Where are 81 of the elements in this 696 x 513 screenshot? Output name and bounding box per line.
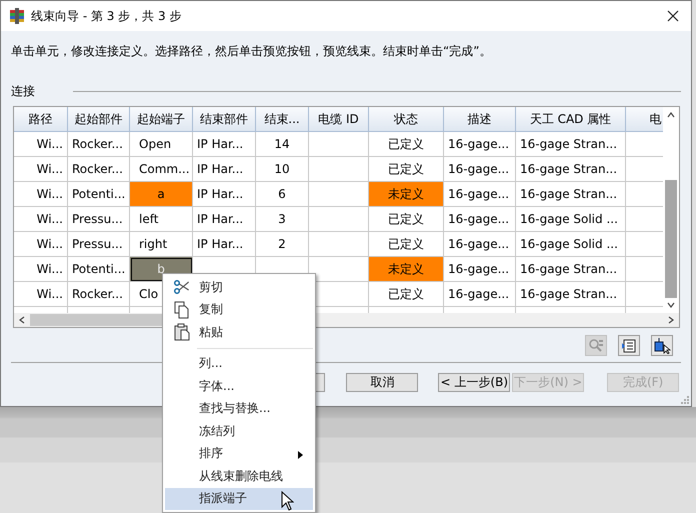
- column-header[interactable]: 起始端子: [130, 107, 193, 132]
- table-cell[interactable]: 3: [256, 207, 309, 232]
- table-cell[interactable]: 6: [256, 182, 309, 207]
- table-cell[interactable]: Pressu...: [68, 207, 130, 232]
- table-cell[interactable]: 16-gage...: [444, 232, 516, 257]
- dialog-button[interactable]: 取消: [346, 373, 418, 392]
- column-header[interactable]: 结束部件: [193, 107, 256, 132]
- table-cell[interactable]: 16-gage...: [444, 282, 516, 307]
- table-cell[interactable]: 未定义: [369, 182, 444, 207]
- table-cell[interactable]: 16-gage...: [444, 257, 516, 282]
- table-cell[interactable]: Wi...: [14, 232, 68, 257]
- table-cell[interactable]: IP Har...: [193, 157, 256, 182]
- table-cell[interactable]: Wi...: [14, 257, 68, 282]
- select-button[interactable]: [651, 335, 673, 356]
- table-cell[interactable]: IP Har...: [193, 182, 256, 207]
- column-header[interactable]: 电: [626, 107, 663, 132]
- table-cell[interactable]: Pressu...: [68, 232, 130, 257]
- table-cell[interactable]: 16-gage Solid ...: [516, 207, 626, 232]
- scissors-icon: [174, 280, 189, 294]
- column-header[interactable]: 状态: [369, 107, 444, 132]
- table-cell[interactable]: 16-gage Stran...: [516, 182, 626, 207]
- table-cell[interactable]: left: [130, 207, 193, 232]
- table-cell[interactable]: 16-gage...: [444, 207, 516, 232]
- table-cell[interactable]: 16-gage Stran...: [516, 157, 626, 182]
- table-cell[interactable]: IP Har...: [193, 132, 256, 157]
- table-cell[interactable]: IP Har...: [193, 207, 256, 232]
- table-cell[interactable]: 16-gage Solid ...: [516, 232, 626, 257]
- table-cell[interactable]: Wi...: [14, 157, 68, 182]
- menu-item[interactable]: 指派端子: [165, 488, 313, 510]
- table-cell[interactable]: 2: [256, 232, 309, 257]
- menu-item[interactable]: 列...: [165, 352, 313, 375]
- table-cell[interactable]: 已定义: [369, 207, 444, 232]
- table-cell[interactable]: 未定义: [369, 257, 444, 282]
- table-cell[interactable]: 14: [256, 132, 309, 157]
- table-cell[interactable]: Wi...: [14, 207, 68, 232]
- menu-item[interactable]: 字体...: [165, 375, 313, 398]
- column-header[interactable]: 电缆 ID: [309, 107, 369, 132]
- table-cell[interactable]: [309, 207, 369, 232]
- table-cell[interactable]: Wi...: [14, 132, 68, 157]
- cable-bundle-icon: [9, 8, 25, 24]
- table-cell[interactable]: 10: [256, 157, 309, 182]
- resize-grip-icon[interactable]: [681, 396, 689, 404]
- submenu-arrow-icon: [298, 450, 303, 458]
- menu-item[interactable]: 粘贴: [165, 321, 313, 344]
- table-cell[interactable]: 已定义: [369, 132, 444, 157]
- table-cell[interactable]: 已定义: [369, 282, 444, 307]
- table-cell[interactable]: Wi...: [14, 282, 68, 307]
- menu-item[interactable]: 从线束删除电线: [165, 465, 313, 488]
- table-cell[interactable]: IP Har...: [193, 232, 256, 257]
- dialog-button[interactable]: < 上一步(B): [438, 373, 510, 392]
- close-icon[interactable]: [667, 10, 679, 22]
- instruction-text: 单击单元，修改连接定义。选择路径，然后单击预览按钮，预览线束。结束时单击“完成”。: [11, 43, 492, 60]
- menu-item[interactable]: 查找与替换...: [165, 398, 313, 420]
- column-header[interactable]: 起始部件: [68, 107, 130, 132]
- table-cell[interactable]: [309, 132, 369, 157]
- table-cell[interactable]: [309, 157, 369, 182]
- table-cell[interactable]: 16-gage Stran...: [516, 132, 626, 157]
- column-header[interactable]: 路径: [14, 107, 68, 132]
- table-cell[interactable]: 16-gage Stran...: [516, 282, 626, 307]
- table-cell[interactable]: 16-gage...: [444, 157, 516, 182]
- list-button[interactable]: [618, 335, 640, 356]
- column-header[interactable]: 结束...: [256, 107, 309, 132]
- preview-button[interactable]: [585, 335, 607, 356]
- paste-icon: [174, 323, 190, 342]
- table-cell[interactable]: 16-gage...: [444, 132, 516, 157]
- table-cell[interactable]: Open: [130, 132, 193, 157]
- menu-item[interactable]: 冻结列: [165, 420, 313, 442]
- table-cell[interactable]: [309, 232, 369, 257]
- column-header[interactable]: 描述: [444, 107, 516, 132]
- table-cell[interactable]: Wi...: [14, 182, 68, 207]
- section-label: 连接: [11, 83, 35, 100]
- table-cell[interactable]: 16-gage Stran...: [516, 257, 626, 282]
- window-title: 线束向导 - 第 3 步，共 3 步: [31, 8, 182, 24]
- menu-item[interactable]: 排序: [165, 442, 313, 465]
- table-cell[interactable]: Rocker...: [68, 132, 130, 157]
- copy-icon: [174, 300, 190, 319]
- table-cell[interactable]: Rocker...: [68, 157, 130, 182]
- table-cell[interactable]: 16-gage...: [444, 182, 516, 207]
- table-cell[interactable]: Rocker...: [68, 282, 130, 307]
- column-header[interactable]: 天工 CAD 属性: [516, 107, 626, 132]
- table-cell[interactable]: a: [130, 182, 193, 207]
